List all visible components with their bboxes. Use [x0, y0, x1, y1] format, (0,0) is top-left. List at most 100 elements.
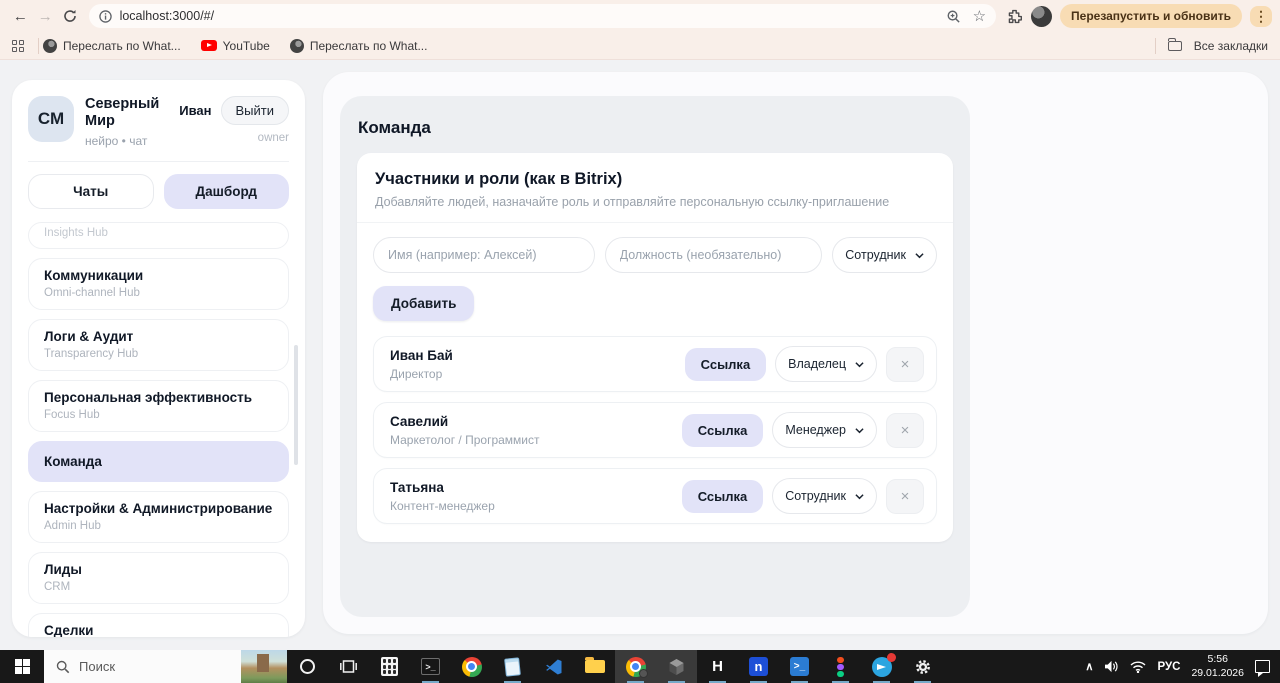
notepad-button[interactable]: [492, 650, 533, 683]
tray-time: 5:56: [1207, 652, 1228, 665]
remove-member-button[interactable]: ×: [886, 346, 924, 382]
h-app-icon: H: [712, 658, 723, 675]
figma-button[interactable]: [820, 650, 861, 683]
sidebar-list: Insights Hub Коммуникации Omni-channel H…: [28, 221, 289, 637]
members-card: Участники и роли (как в Bitrix) Добавляй…: [357, 153, 953, 542]
member-name: Иван Бай: [390, 347, 453, 363]
extensions-icon[interactable]: [1006, 8, 1023, 25]
tab-dashboard[interactable]: Дашборд: [163, 173, 289, 209]
powershell-button[interactable]: >_: [779, 650, 820, 683]
zoom-icon[interactable]: [946, 9, 961, 24]
page-title: Команда: [358, 118, 431, 137]
sidebar-item-leads[interactable]: Лиды CRM: [28, 551, 289, 604]
remove-member-button[interactable]: ×: [886, 412, 924, 448]
logout-button[interactable]: Выйти: [220, 96, 289, 125]
chrome-button[interactable]: [451, 650, 492, 683]
task-view-icon: [340, 660, 357, 673]
vscode-button[interactable]: [533, 650, 574, 683]
url-text[interactable]: localhost:3000/#/: [120, 9, 946, 23]
wifi-icon[interactable]: [1130, 660, 1146, 673]
address-bar[interactable]: localhost:3000/#/ ☆: [88, 4, 997, 28]
member-role-select[interactable]: Сотрудник: [772, 478, 877, 514]
sidebar-scrollbar[interactable]: [294, 345, 298, 465]
h-app-button[interactable]: H: [697, 650, 738, 683]
sidebar-item-settings-admin[interactable]: Настройки & Администрирование Admin Hub: [28, 490, 289, 543]
tab-chats[interactable]: Чаты: [28, 173, 154, 209]
position-input[interactable]: [604, 237, 823, 273]
member-role-select[interactable]: Менеджер: [772, 412, 877, 448]
site-info-icon[interactable]: [98, 9, 112, 23]
invite-link-button[interactable]: Ссылка: [681, 479, 764, 513]
volume-icon[interactable]: [1104, 660, 1119, 673]
forward-icon[interactable]: →: [33, 4, 58, 28]
reload-icon[interactable]: [58, 4, 83, 28]
file-explorer-button[interactable]: [574, 650, 615, 683]
role-select[interactable]: Сотрудник: [832, 237, 937, 273]
sidebar-item-partial[interactable]: Insights Hub: [28, 221, 289, 249]
invite-link-button[interactable]: Ссылка: [684, 347, 767, 381]
cube-app-button[interactable]: [656, 650, 697, 683]
org-subtitle: нейро • чат: [85, 133, 148, 148]
apps-grid-icon[interactable]: [12, 39, 24, 52]
close-icon: ×: [900, 487, 910, 505]
start-button[interactable]: [0, 650, 44, 683]
sidebar-item-team[interactable]: Команда: [28, 440, 289, 482]
name-input[interactable]: [373, 237, 595, 273]
notion-button[interactable]: n: [738, 650, 779, 683]
bookmark-star-icon[interactable]: ☆: [973, 7, 986, 25]
user-role: owner: [257, 132, 289, 144]
back-icon[interactable]: ←: [8, 4, 33, 28]
relaunch-update-button[interactable]: Перезапустить и обновить: [1060, 4, 1242, 28]
clock[interactable]: 5:56 29.01.2026: [1191, 653, 1244, 680]
tray-date: 29.01.2026: [1191, 666, 1244, 679]
bookmark-whatsapp-2[interactable]: Переслать по What...: [289, 38, 427, 53]
chevron-down-icon: [855, 493, 864, 499]
profile-avatar[interactable]: [1031, 5, 1053, 27]
chevron-down-icon: [855, 361, 864, 367]
sidebar-item-communications[interactable]: Коммуникации Omni-channel Hub: [28, 257, 289, 310]
user-name: Иван: [179, 103, 212, 118]
task-view-button[interactable]: [328, 650, 369, 683]
terminal-button[interactable]: >_: [410, 650, 451, 683]
settings-button[interactable]: [902, 650, 943, 683]
browser-toolbar: ← → localhost:3000/#/ ☆ Перезапустить и …: [0, 0, 1280, 32]
vscode-icon: [545, 659, 561, 674]
calculator-button[interactable]: [369, 650, 410, 683]
sidebar-item-personal-effectiveness[interactable]: Персональная эффективность Focus Hub: [28, 379, 289, 432]
telegram-button[interactable]: [861, 650, 902, 683]
bookmark-whatsapp-1[interactable]: Переслать по What...: [43, 38, 181, 53]
taskbar-search[interactable]: Поиск: [44, 650, 287, 683]
close-icon: ×: [900, 421, 910, 439]
windows-taskbar: Поиск >_ H n >_ ∧ РУС 5:56 29.01.2026: [0, 650, 1280, 683]
sidebar-item-deals[interactable]: Сделки CRM: [28, 612, 289, 637]
invite-link-button[interactable]: Ссылка: [681, 413, 764, 447]
action-center-icon[interactable]: [1255, 660, 1270, 677]
search-placeholder: Поиск: [79, 659, 116, 674]
bookmarks-bar: Переслать по What... YouTube Переслать п…: [0, 32, 1280, 60]
folder-icon: [584, 657, 605, 673]
bookmark-youtube[interactable]: YouTube: [200, 39, 270, 53]
card-subtitle: Добавляйте людей, назначайте роль и отпр…: [375, 195, 890, 209]
member-name: Савелий: [390, 413, 449, 429]
folder-icon: [1167, 37, 1182, 51]
figma-icon: [837, 656, 844, 677]
sidebar-item-logs-audit[interactable]: Логи & Аудит Transparency Hub: [28, 318, 289, 371]
youtube-favicon: [200, 40, 217, 51]
chrome-profile-button[interactable]: [615, 650, 656, 683]
member-position: Директор: [390, 366, 443, 381]
member-role-select[interactable]: Владелец: [775, 346, 877, 382]
language-indicator[interactable]: РУС: [1157, 661, 1180, 673]
remove-member-button[interactable]: ×: [886, 478, 924, 514]
all-bookmarks-button[interactable]: Все закладки: [1167, 37, 1268, 53]
tray-expand-icon[interactable]: ∧: [1085, 660, 1093, 673]
add-member-button[interactable]: Добавить: [373, 286, 475, 321]
sidebar: СМ Северный Мир нейро • чат Иван Выйти o…: [12, 80, 305, 637]
cortana-button[interactable]: [287, 650, 328, 683]
browser-menu-icon[interactable]: ⋮: [1249, 5, 1272, 27]
calculator-icon: [381, 657, 398, 676]
search-highlight-image[interactable]: [241, 650, 287, 683]
app-page: СМ Северный Мир нейро • чат Иван Выйти o…: [0, 60, 1280, 650]
notepad-icon: [504, 656, 521, 677]
windows-logo-icon: [14, 659, 30, 674]
profile-badge: [639, 669, 648, 678]
